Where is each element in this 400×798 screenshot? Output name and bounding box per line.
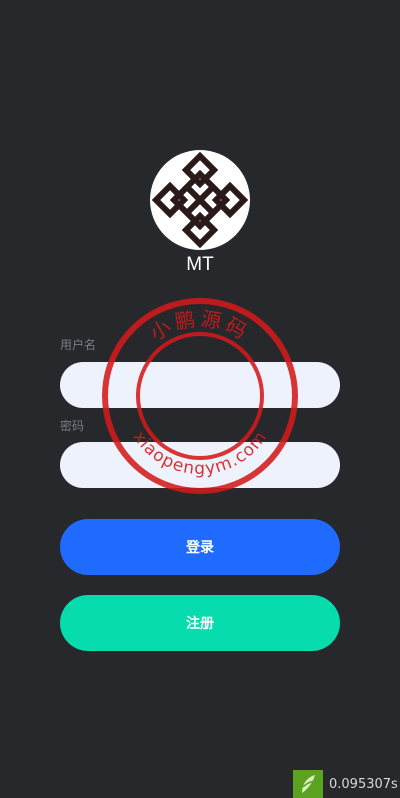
- timer-value: 0.095307s: [329, 776, 398, 792]
- app-logo: [150, 150, 250, 250]
- leaf-icon: [293, 770, 323, 798]
- render-timer: 0.095307s: [293, 770, 398, 798]
- login-button[interactable]: 登录: [60, 519, 340, 575]
- register-button[interactable]: 注册: [60, 595, 340, 651]
- svg-text:小鹏源码: 小鹏源码: [146, 306, 254, 345]
- password-input[interactable]: [60, 442, 340, 488]
- password-label: 密码: [60, 419, 85, 433]
- login-page: MT 用户名 密码 登录 注册 小鹏源码 xiaopengym.com 0.09…: [0, 0, 400, 798]
- knot-logo-icon: [151, 151, 249, 249]
- watermark-top-text: 小鹏源码: [146, 306, 250, 345]
- username-input[interactable]: [60, 362, 340, 408]
- app-title: MT: [186, 254, 214, 275]
- username-label: 用户名: [60, 338, 97, 352]
